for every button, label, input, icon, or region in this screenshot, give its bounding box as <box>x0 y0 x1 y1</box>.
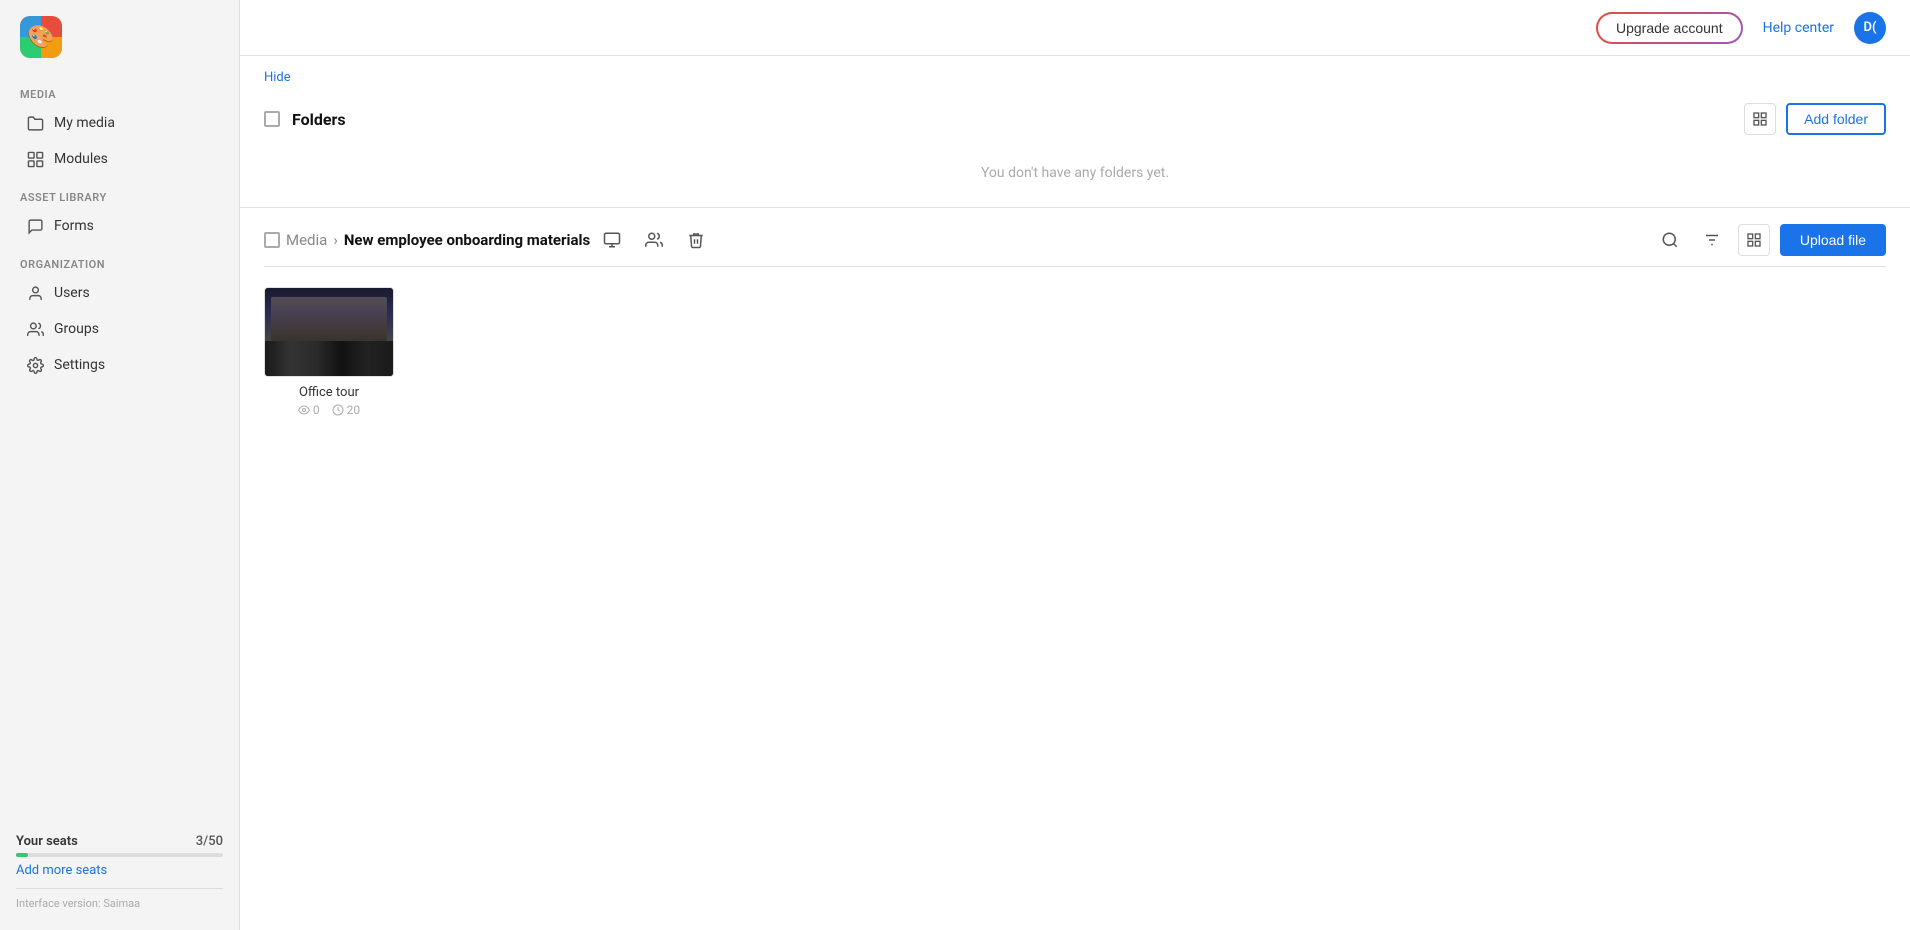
main-content: Upgrade account Help center D( Hide Fold… <box>240 0 1910 930</box>
sidebar-item-modules[interactable]: Modules <box>6 142 233 176</box>
sidebar-item-forms[interactable]: Forms <box>6 209 233 243</box>
sidebar-item-my-media[interactable]: My media <box>6 106 233 140</box>
interface-version: Interface version: Saimaa <box>16 888 223 910</box>
list-item[interactable]: Office tour 0 20 <box>264 287 394 417</box>
sidebar: Media My media Modules Asset library For… <box>0 0 240 930</box>
media-section-header: Media › New employee onboarding material… <box>264 224 1886 267</box>
user-avatar[interactable]: D( <box>1854 12 1886 44</box>
media-section-label: Media <box>0 74 239 105</box>
asset-library-label: Asset library <box>0 177 239 208</box>
seats-label: Your seats <box>16 834 78 849</box>
folders-section: Folders Add folder You don't have any fo… <box>240 93 1910 208</box>
forms-label: Forms <box>54 218 94 234</box>
sidebar-bottom: Your seats 3/50 Add more seats Interface… <box>0 834 239 920</box>
folders-header: Folders Add folder <box>264 93 1886 145</box>
media-grid-toggle-button[interactable] <box>1738 224 1770 256</box>
modules-label: Modules <box>54 151 108 167</box>
user-icon <box>26 284 44 302</box>
upload-file-button[interactable]: Upload file <box>1780 224 1886 256</box>
file-meta: 0 20 <box>298 403 360 417</box>
file-views: 0 <box>298 403 320 417</box>
modules-icon <box>26 150 44 168</box>
media-section: Media › New employee onboarding material… <box>240 208 1910 433</box>
add-more-seats-link[interactable]: Add more seats <box>16 863 223 878</box>
file-completions-count: 20 <box>347 403 361 417</box>
file-views-count: 0 <box>313 403 320 417</box>
sidebar-item-groups[interactable]: Groups <box>6 312 233 346</box>
hide-link[interactable]: Hide <box>240 56 1910 93</box>
office-thumb-image <box>265 288 393 376</box>
breadcrumb: Media › New employee onboarding material… <box>264 224 712 256</box>
settings-icon <box>26 356 44 374</box>
filter-icon[interactable] <box>1696 224 1728 256</box>
grid-toggle-button[interactable] <box>1744 103 1776 135</box>
help-center-link[interactable]: Help center <box>1763 20 1834 36</box>
file-thumbnail <box>264 287 394 377</box>
seats-bar-background <box>16 853 223 857</box>
topbar: Upgrade account Help center D( <box>240 0 1910 56</box>
organization-label: Organization <box>0 244 239 275</box>
file-grid: Office tour 0 20 <box>264 287 1886 417</box>
content-area: Hide Folders Add <box>240 56 1910 930</box>
breadcrumb-media: Media <box>286 231 327 249</box>
media-checkbox[interactable] <box>264 232 280 248</box>
breadcrumb-toolbar-icons <box>596 224 712 256</box>
presentation-icon[interactable] <box>596 224 628 256</box>
folders-empty-message: You don't have any folders yet. <box>264 145 1886 191</box>
breadcrumb-current: New employee onboarding materials <box>344 231 590 249</box>
users-label: Users <box>54 285 90 301</box>
seats-row: Your seats 3/50 <box>16 834 223 849</box>
sidebar-item-users[interactable]: Users <box>6 276 233 310</box>
file-name: Office tour <box>299 385 359 400</box>
share-icon[interactable] <box>638 224 670 256</box>
forms-icon <box>26 217 44 235</box>
search-icon[interactable] <box>1654 224 1686 256</box>
upgrade-account-button[interactable]: Upgrade account <box>1596 12 1743 44</box>
media-actions-right: Upload file <box>1654 224 1886 256</box>
breadcrumb-arrow: › <box>333 231 338 249</box>
delete-icon[interactable] <box>680 224 712 256</box>
folders-header-left: Folders <box>264 110 346 129</box>
groups-icon <box>26 320 44 338</box>
add-folder-button[interactable]: Add folder <box>1786 103 1886 135</box>
seats-count: 3/50 <box>196 834 223 849</box>
folders-checkbox[interactable] <box>264 111 280 127</box>
settings-label: Settings <box>54 357 105 373</box>
folders-header-right: Add folder <box>1744 103 1886 135</box>
folder-icon <box>26 114 44 132</box>
sidebar-item-settings[interactable]: Settings <box>6 348 233 382</box>
app-logo <box>20 16 62 58</box>
folders-title: Folders <box>292 110 346 129</box>
seats-bar-fill <box>16 853 28 857</box>
my-media-label: My media <box>54 115 115 131</box>
groups-label: Groups <box>54 321 99 337</box>
logo-area <box>0 0 239 74</box>
file-completions: 20 <box>332 403 361 417</box>
